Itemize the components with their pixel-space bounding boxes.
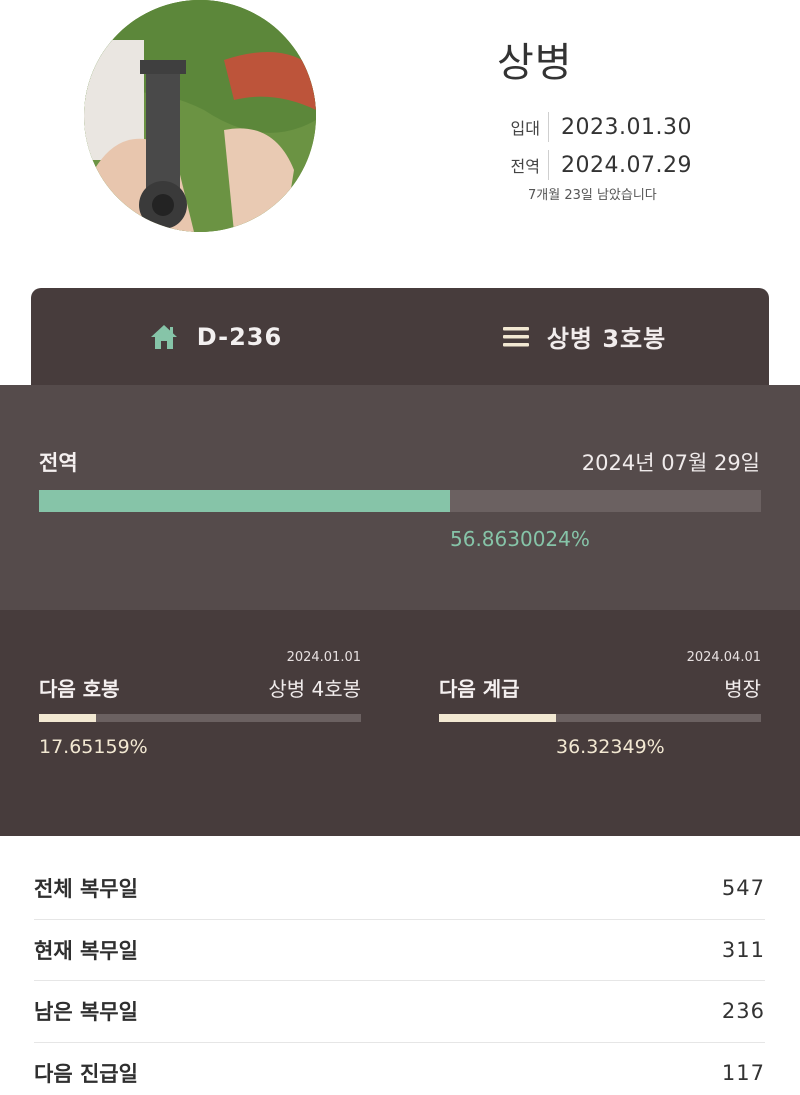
rank-title: 상병 bbox=[497, 40, 573, 86]
next-step-date: 2024.01.01 bbox=[286, 650, 361, 665]
next-step-progress-fill bbox=[39, 714, 96, 722]
enlist-date: 2023.01.30 bbox=[561, 114, 692, 140]
next-rank-progress-bar bbox=[439, 714, 761, 722]
next-step-target: 상병 4호봉 bbox=[268, 677, 361, 701]
next-rank-title: 다음 계급 bbox=[439, 677, 520, 701]
service-stats-list: 전체 복무일 547 현재 복무일 311 남은 복무일 236 다음 진급일 … bbox=[34, 858, 765, 1095]
stat-row-total-days: 전체 복무일 547 bbox=[34, 858, 765, 920]
discharge-title: 전역 bbox=[39, 451, 78, 475]
stat-label: 현재 복무일 bbox=[34, 938, 138, 963]
discharge-progress-panel: 전역 2024년 07월 29일 56.8630024% bbox=[0, 385, 800, 610]
discharge-full-date: 2024년 07월 29일 bbox=[581, 451, 760, 475]
stat-value: 236 bbox=[721, 999, 765, 1024]
stat-label: 남은 복무일 bbox=[34, 1000, 138, 1025]
remaining-text: 7개월 23일 남았습니다 bbox=[528, 188, 657, 203]
menu-icon bbox=[502, 326, 529, 348]
stat-value: 547 bbox=[721, 876, 765, 901]
next-step-percent: 17.65159% bbox=[39, 736, 148, 758]
next-rank-progress-fill bbox=[439, 714, 556, 722]
next-progress-panel: 2024.01.01 다음 호봉 상병 4호봉 17.65159% 2024.0… bbox=[0, 610, 800, 836]
discharge-percent: 56.8630024% bbox=[450, 527, 590, 551]
discharge-progress-fill bbox=[39, 490, 450, 512]
tab-rank-step[interactable]: 상병 3호봉 bbox=[400, 288, 769, 385]
stat-label: 다음 진급일 bbox=[34, 1062, 138, 1087]
enlist-row: 입대 2023.01.30 bbox=[508, 108, 692, 146]
discharge-progress-bar bbox=[39, 490, 761, 512]
discharge-row: 전역 2024.07.29 bbox=[508, 146, 692, 184]
next-step-progress-bar bbox=[39, 714, 361, 722]
d-day-label: D-236 bbox=[196, 322, 283, 351]
profile-header: 상병 입대 2023.01.30 전역 2024.07.29 7개월 23일 남… bbox=[0, 0, 800, 288]
next-step-title: 다음 호봉 bbox=[39, 677, 120, 701]
home-icon bbox=[149, 323, 179, 351]
stat-label: 전체 복무일 bbox=[34, 877, 138, 902]
next-rank-target: 병장 bbox=[724, 677, 761, 701]
next-rank-percent: 36.32349% bbox=[556, 736, 665, 758]
stat-value: 311 bbox=[721, 937, 765, 962]
stat-value: 117 bbox=[721, 1061, 765, 1086]
service-dates: 입대 2023.01.30 전역 2024.07.29 bbox=[508, 108, 692, 184]
enlist-label: 입대 bbox=[510, 119, 540, 138]
avatar-image bbox=[84, 0, 316, 232]
tab-bar: D-236 상병 3호봉 bbox=[31, 288, 769, 385]
tab-d-day[interactable]: D-236 bbox=[31, 288, 400, 385]
stat-row-current-days: 현재 복무일 311 bbox=[34, 920, 765, 981]
date-divider bbox=[548, 150, 549, 180]
rank-step-label: 상병 3호봉 bbox=[546, 325, 667, 353]
stat-row-next-promotion: 다음 진급일 117 bbox=[34, 1043, 765, 1095]
date-divider bbox=[548, 112, 549, 142]
profile-avatar[interactable] bbox=[84, 0, 316, 232]
stat-row-remaining-days: 남은 복무일 236 bbox=[34, 981, 765, 1043]
discharge-date: 2024.07.29 bbox=[561, 152, 692, 178]
discharge-label: 전역 bbox=[510, 157, 540, 176]
next-rank-date: 2024.04.01 bbox=[686, 650, 761, 665]
